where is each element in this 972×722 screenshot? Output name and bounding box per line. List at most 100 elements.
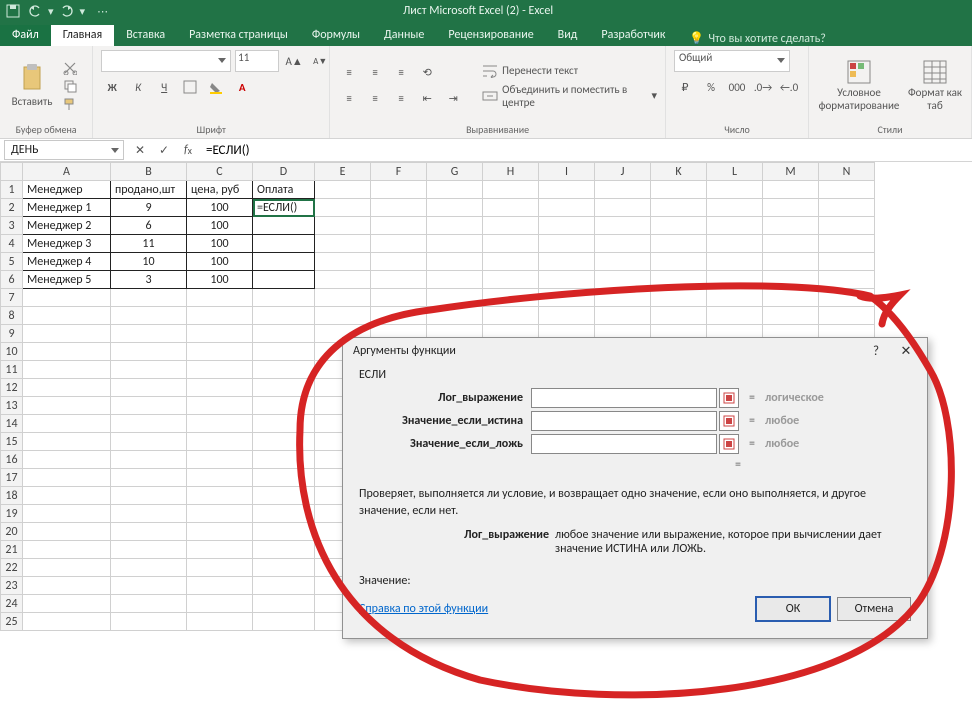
cell-A19[interactable] xyxy=(23,505,111,523)
row-header-21[interactable]: 21 xyxy=(1,541,23,559)
tab-formulas[interactable]: Формулы xyxy=(300,25,372,46)
cell-I3[interactable] xyxy=(539,217,595,235)
cell-F8[interactable] xyxy=(371,307,427,325)
cell-C18[interactable] xyxy=(187,487,253,505)
cell-N7[interactable] xyxy=(819,289,875,307)
cell-G5[interactable] xyxy=(427,253,483,271)
cell-J4[interactable] xyxy=(595,235,651,253)
cell-C16[interactable] xyxy=(187,451,253,469)
fill-color-icon[interactable] xyxy=(205,76,227,98)
cell-J1[interactable] xyxy=(595,181,651,199)
cell-A1[interactable]: Менеджер xyxy=(23,181,111,199)
cell-G6[interactable] xyxy=(427,271,483,289)
cell-D10[interactable] xyxy=(253,343,315,361)
font-size-select[interactable]: 11 xyxy=(235,50,279,72)
align-bottom-icon[interactable]: ≡ xyxy=(390,62,412,84)
cell-C1[interactable]: цена, руб xyxy=(187,181,253,199)
cell-M5[interactable] xyxy=(763,253,819,271)
indent-increase-icon[interactable]: ⇥ xyxy=(442,88,464,110)
cell-M3[interactable] xyxy=(763,217,819,235)
underline-button[interactable]: Ч xyxy=(153,76,175,98)
cell-J8[interactable] xyxy=(595,307,651,325)
cell-N1[interactable] xyxy=(819,181,875,199)
cell-H3[interactable] xyxy=(483,217,539,235)
cell-C11[interactable] xyxy=(187,361,253,379)
tell-me-search[interactable]: 💡 Что вы хотите сделать? xyxy=(689,31,825,46)
cell-C14[interactable] xyxy=(187,415,253,433)
cell-K4[interactable] xyxy=(651,235,707,253)
cell-C4[interactable]: 100 xyxy=(187,235,253,253)
tab-developer[interactable]: Разработчик xyxy=(589,25,677,46)
cell-B22[interactable] xyxy=(111,559,187,577)
cell-L4[interactable] xyxy=(707,235,763,253)
cell-F3[interactable] xyxy=(371,217,427,235)
row-header-22[interactable]: 22 xyxy=(1,559,23,577)
row-header-2[interactable]: 2 xyxy=(1,199,23,217)
redo-icon[interactable] xyxy=(58,2,76,20)
row-header-4[interactable]: 4 xyxy=(1,235,23,253)
cell-K7[interactable] xyxy=(651,289,707,307)
number-format-select[interactable]: Общий xyxy=(674,50,790,72)
cell-F4[interactable] xyxy=(371,235,427,253)
align-center-icon[interactable]: ≡ xyxy=(364,88,386,110)
cell-D9[interactable] xyxy=(253,325,315,343)
cell-M6[interactable] xyxy=(763,271,819,289)
cell-L6[interactable] xyxy=(707,271,763,289)
cell-E8[interactable] xyxy=(315,307,371,325)
cell-L8[interactable] xyxy=(707,307,763,325)
align-middle-icon[interactable]: ≡ xyxy=(364,62,386,84)
row-header-3[interactable]: 3 xyxy=(1,217,23,235)
cell-G4[interactable] xyxy=(427,235,483,253)
row-header-1[interactable]: 1 xyxy=(1,181,23,199)
cell-B6[interactable]: 3 xyxy=(111,271,187,289)
row-header-20[interactable]: 20 xyxy=(1,523,23,541)
row-header-11[interactable]: 11 xyxy=(1,361,23,379)
wrap-text-button[interactable]: Перенести текст xyxy=(482,63,657,79)
cell-B4[interactable]: 11 xyxy=(111,235,187,253)
cell-K8[interactable] xyxy=(651,307,707,325)
cell-A25[interactable] xyxy=(23,613,111,631)
cell-B3[interactable]: 6 xyxy=(111,217,187,235)
cell-A16[interactable] xyxy=(23,451,111,469)
cell-E3[interactable] xyxy=(315,217,371,235)
cell-A17[interactable] xyxy=(23,469,111,487)
cell-C10[interactable] xyxy=(187,343,253,361)
cell-D7[interactable] xyxy=(253,289,315,307)
cell-C8[interactable] xyxy=(187,307,253,325)
cell-F7[interactable] xyxy=(371,289,427,307)
tab-insert[interactable]: Вставка xyxy=(114,25,177,46)
cell-K2[interactable] xyxy=(651,199,707,217)
row-header-25[interactable]: 25 xyxy=(1,613,23,631)
cell-C15[interactable] xyxy=(187,433,253,451)
cell-D4[interactable] xyxy=(253,235,315,253)
cell-H8[interactable] xyxy=(483,307,539,325)
row-header-14[interactable]: 14 xyxy=(1,415,23,433)
cell-A10[interactable] xyxy=(23,343,111,361)
cell-C3[interactable]: 100 xyxy=(187,217,253,235)
cell-C6[interactable]: 100 xyxy=(187,271,253,289)
qat-customize-icon[interactable]: ⋯ xyxy=(97,5,108,18)
cell-G2[interactable] xyxy=(427,199,483,217)
cell-N8[interactable] xyxy=(819,307,875,325)
cell-B10[interactable] xyxy=(111,343,187,361)
col-header-L[interactable]: L xyxy=(707,163,763,181)
row-header-12[interactable]: 12 xyxy=(1,379,23,397)
cell-D24[interactable] xyxy=(253,595,315,613)
cell-G3[interactable] xyxy=(427,217,483,235)
cell-F1[interactable] xyxy=(371,181,427,199)
cell-B7[interactable] xyxy=(111,289,187,307)
cell-B5[interactable]: 10 xyxy=(111,253,187,271)
cell-H5[interactable] xyxy=(483,253,539,271)
decrease-font-icon[interactable]: A▼ xyxy=(309,50,331,72)
col-header-G[interactable]: G xyxy=(427,163,483,181)
function-help-link[interactable]: Справка по этой функции xyxy=(359,602,488,616)
cell-D13[interactable] xyxy=(253,397,315,415)
col-header-A[interactable]: A xyxy=(23,163,111,181)
chevron-down-icon[interactable]: ▾ xyxy=(80,5,86,18)
cell-M8[interactable] xyxy=(763,307,819,325)
cancel-button[interactable]: Отмена xyxy=(837,597,911,621)
range-picker-icon[interactable] xyxy=(719,434,739,454)
cell-M2[interactable] xyxy=(763,199,819,217)
paste-button[interactable]: Вставить xyxy=(8,63,56,108)
conditional-formatting-button[interactable]: Условное форматирование xyxy=(817,59,901,111)
